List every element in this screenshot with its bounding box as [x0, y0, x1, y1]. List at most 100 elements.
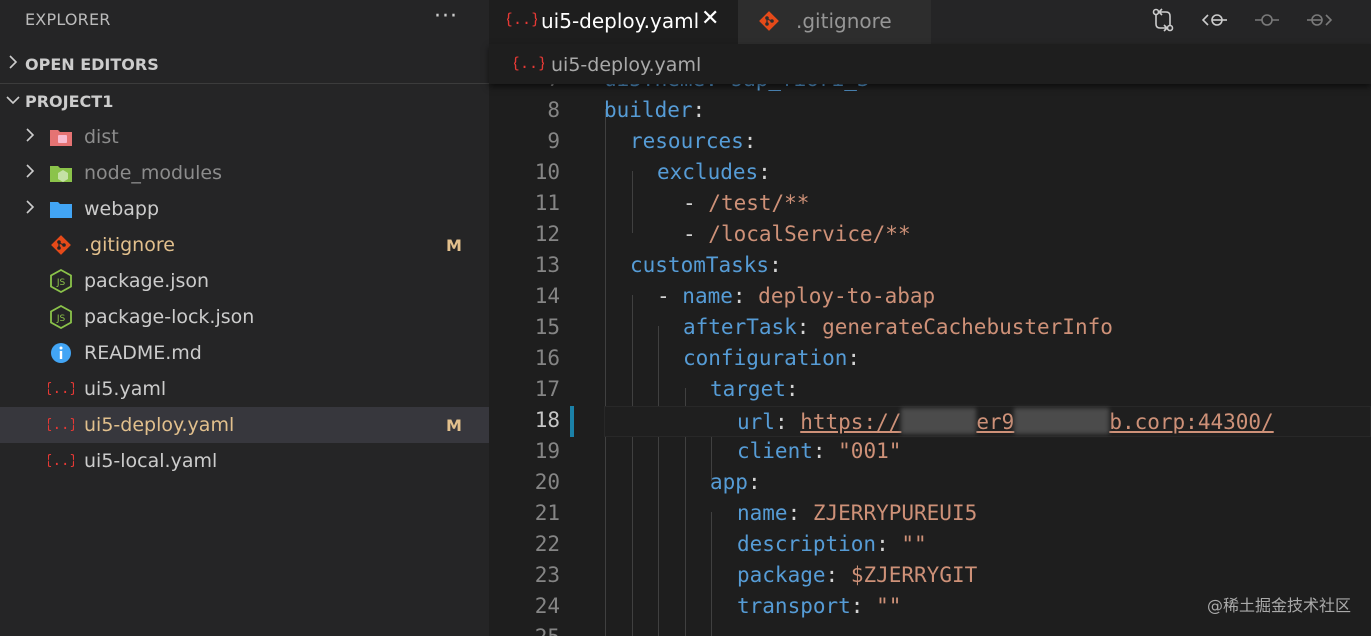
line-number: 9	[547, 129, 560, 153]
tree-item-label: webapp	[84, 198, 160, 220]
chevron-right-icon	[22, 164, 38, 182]
tree-item-ui5-deploy-yaml[interactable]: {..} ui5-deploy.yaml M	[0, 407, 489, 443]
breadcrumb-file: ui5-deploy.yaml	[551, 54, 702, 76]
yaml-key: app	[710, 470, 748, 494]
svg-text:{..}: {..}	[514, 54, 544, 72]
line-number: 11	[534, 191, 560, 215]
svg-text:{..}: {..}	[48, 381, 74, 397]
yaml-value: "001"	[838, 439, 902, 463]
url-link[interactable]: https://er9 b.corp:44300/	[800, 408, 1274, 434]
yaml-key: name	[737, 501, 788, 525]
tree-item-label: ui5-local.yaml	[84, 450, 218, 472]
yaml-key: url	[737, 410, 775, 434]
line-number: 17	[534, 377, 560, 401]
code-line: 12 - /localService/**	[489, 220, 1371, 251]
folder-dist-icon	[48, 124, 74, 150]
line-number: 10	[534, 160, 560, 184]
nodejs-icon: JS	[48, 304, 74, 330]
code-editor[interactable]: 7 ui5Theme: sap_fiori_3 8 builder: 9 res…	[489, 65, 1371, 636]
project-label: PROJECT1	[25, 92, 114, 111]
breadcrumb[interactable]: {..} ui5-deploy.yaml	[489, 44, 1371, 84]
yaml-value: $ZJERRYGIT	[850, 563, 978, 587]
open-editors-section[interactable]: OPEN EDITORS	[0, 46, 489, 82]
yaml-icon: {..}	[511, 52, 547, 80]
code-line: 16 configuration:	[489, 344, 1371, 375]
tree-item-package-lock-json[interactable]: JS package-lock.json	[0, 299, 489, 335]
yaml-dash: -	[683, 222, 709, 246]
modified-badge: M	[446, 235, 462, 255]
folder-node-icon	[48, 160, 74, 186]
go-forward-icon[interactable]	[1303, 4, 1335, 36]
line-number: 12	[534, 222, 560, 246]
tree-item-webapp[interactable]: webapp	[0, 191, 489, 227]
timeline-point-icon[interactable]	[1251, 4, 1283, 36]
tree-item-label: package-lock.json	[84, 306, 255, 328]
yaml-key: configuration	[683, 346, 848, 370]
line-number: 14	[534, 284, 560, 308]
svg-text:JS: JS	[56, 314, 66, 324]
redacted-region	[1014, 408, 1110, 434]
svg-text:{..}: {..}	[48, 453, 74, 469]
watermark: @稀土掘金技术社区	[1206, 596, 1351, 615]
yaml-punct: :	[758, 160, 771, 184]
code-line: 19 client: "001"	[489, 437, 1371, 468]
yaml-value: ""	[901, 532, 927, 556]
line-number: 19	[534, 439, 560, 463]
folder-icon	[48, 196, 74, 222]
tree-item-label: README.md	[84, 342, 202, 364]
redacted-region	[901, 408, 977, 434]
yaml-punct: :	[785, 377, 799, 401]
code-line: 22 description: ""	[489, 530, 1371, 561]
yaml-icon: {..}	[48, 448, 74, 474]
code-line: 14 - name: deploy-to-abap	[489, 282, 1371, 313]
go-back-icon[interactable]	[1199, 4, 1231, 36]
editor-area: {..} ui5-deploy.yaml ✕ .gitignore	[489, 0, 1371, 636]
git-icon	[48, 232, 74, 258]
code-line: 23 package: $ZJERRYGIT	[489, 561, 1371, 592]
compare-changes-icon[interactable]	[1147, 4, 1179, 36]
tree-item-ui5-local-yaml[interactable]: {..} ui5-local.yaml	[0, 443, 489, 479]
yaml-icon: {..}	[48, 376, 74, 402]
chevron-right-icon	[22, 200, 38, 218]
line-number: 22	[534, 532, 560, 556]
tree-item-dist[interactable]: dist	[0, 119, 489, 155]
nodejs-icon: JS	[48, 268, 74, 294]
svg-text:{..}: {..}	[48, 417, 74, 433]
tree-item-ui5-yaml[interactable]: {..} ui5.yaml	[0, 371, 489, 407]
editor-actions	[489, 4, 1371, 36]
code-line: 11 - /test/**	[489, 189, 1371, 220]
more-actions-icon[interactable]: ···	[434, 4, 458, 29]
code-line: 20 app:	[489, 468, 1371, 499]
line-number: 25	[500, 625, 560, 636]
yaml-value: ""	[876, 594, 902, 618]
line-number: 20	[534, 470, 560, 494]
tree-item-package-json[interactable]: JS package.json	[0, 263, 489, 299]
tree-item-label: .gitignore	[84, 234, 175, 256]
open-editors-label: OPEN EDITORS	[25, 54, 159, 74]
yaml-value: deploy-to-abap	[758, 284, 936, 308]
line-number: 13	[534, 253, 560, 277]
chevron-down-icon	[0, 94, 25, 110]
tree-item-label: ui5.yaml	[84, 378, 167, 400]
yaml-key: customTasks	[630, 253, 770, 277]
line-number: 23	[534, 563, 560, 587]
tree-item-gitignore[interactable]: .gitignore M	[0, 227, 489, 263]
tree-item-label: package.json	[84, 270, 210, 292]
tree-item-node-modules[interactable]: node_modules	[0, 155, 489, 191]
yaml-key: afterTask	[683, 315, 797, 339]
tree-item-readme[interactable]: README.md	[0, 335, 489, 371]
yaml-icon: {..}	[48, 412, 74, 438]
yaml-punct: :	[692, 98, 706, 122]
tab-bar: {..} ui5-deploy.yaml ✕ .gitignore	[489, 0, 1371, 44]
yaml-punct: :	[769, 253, 782, 277]
tree-item-label: node_modules	[84, 162, 223, 184]
yaml-dash: -	[683, 191, 709, 215]
modified-badge: M	[446, 415, 462, 435]
explorer-title: EXPLORER	[25, 10, 111, 29]
line-number: 8	[547, 98, 560, 122]
yaml-key: resources	[630, 129, 744, 153]
yaml-key: name	[682, 284, 733, 308]
yaml-value: /test/**	[708, 191, 810, 215]
project-section[interactable]: PROJECT1	[0, 83, 489, 119]
yaml-key: builder	[604, 98, 693, 122]
